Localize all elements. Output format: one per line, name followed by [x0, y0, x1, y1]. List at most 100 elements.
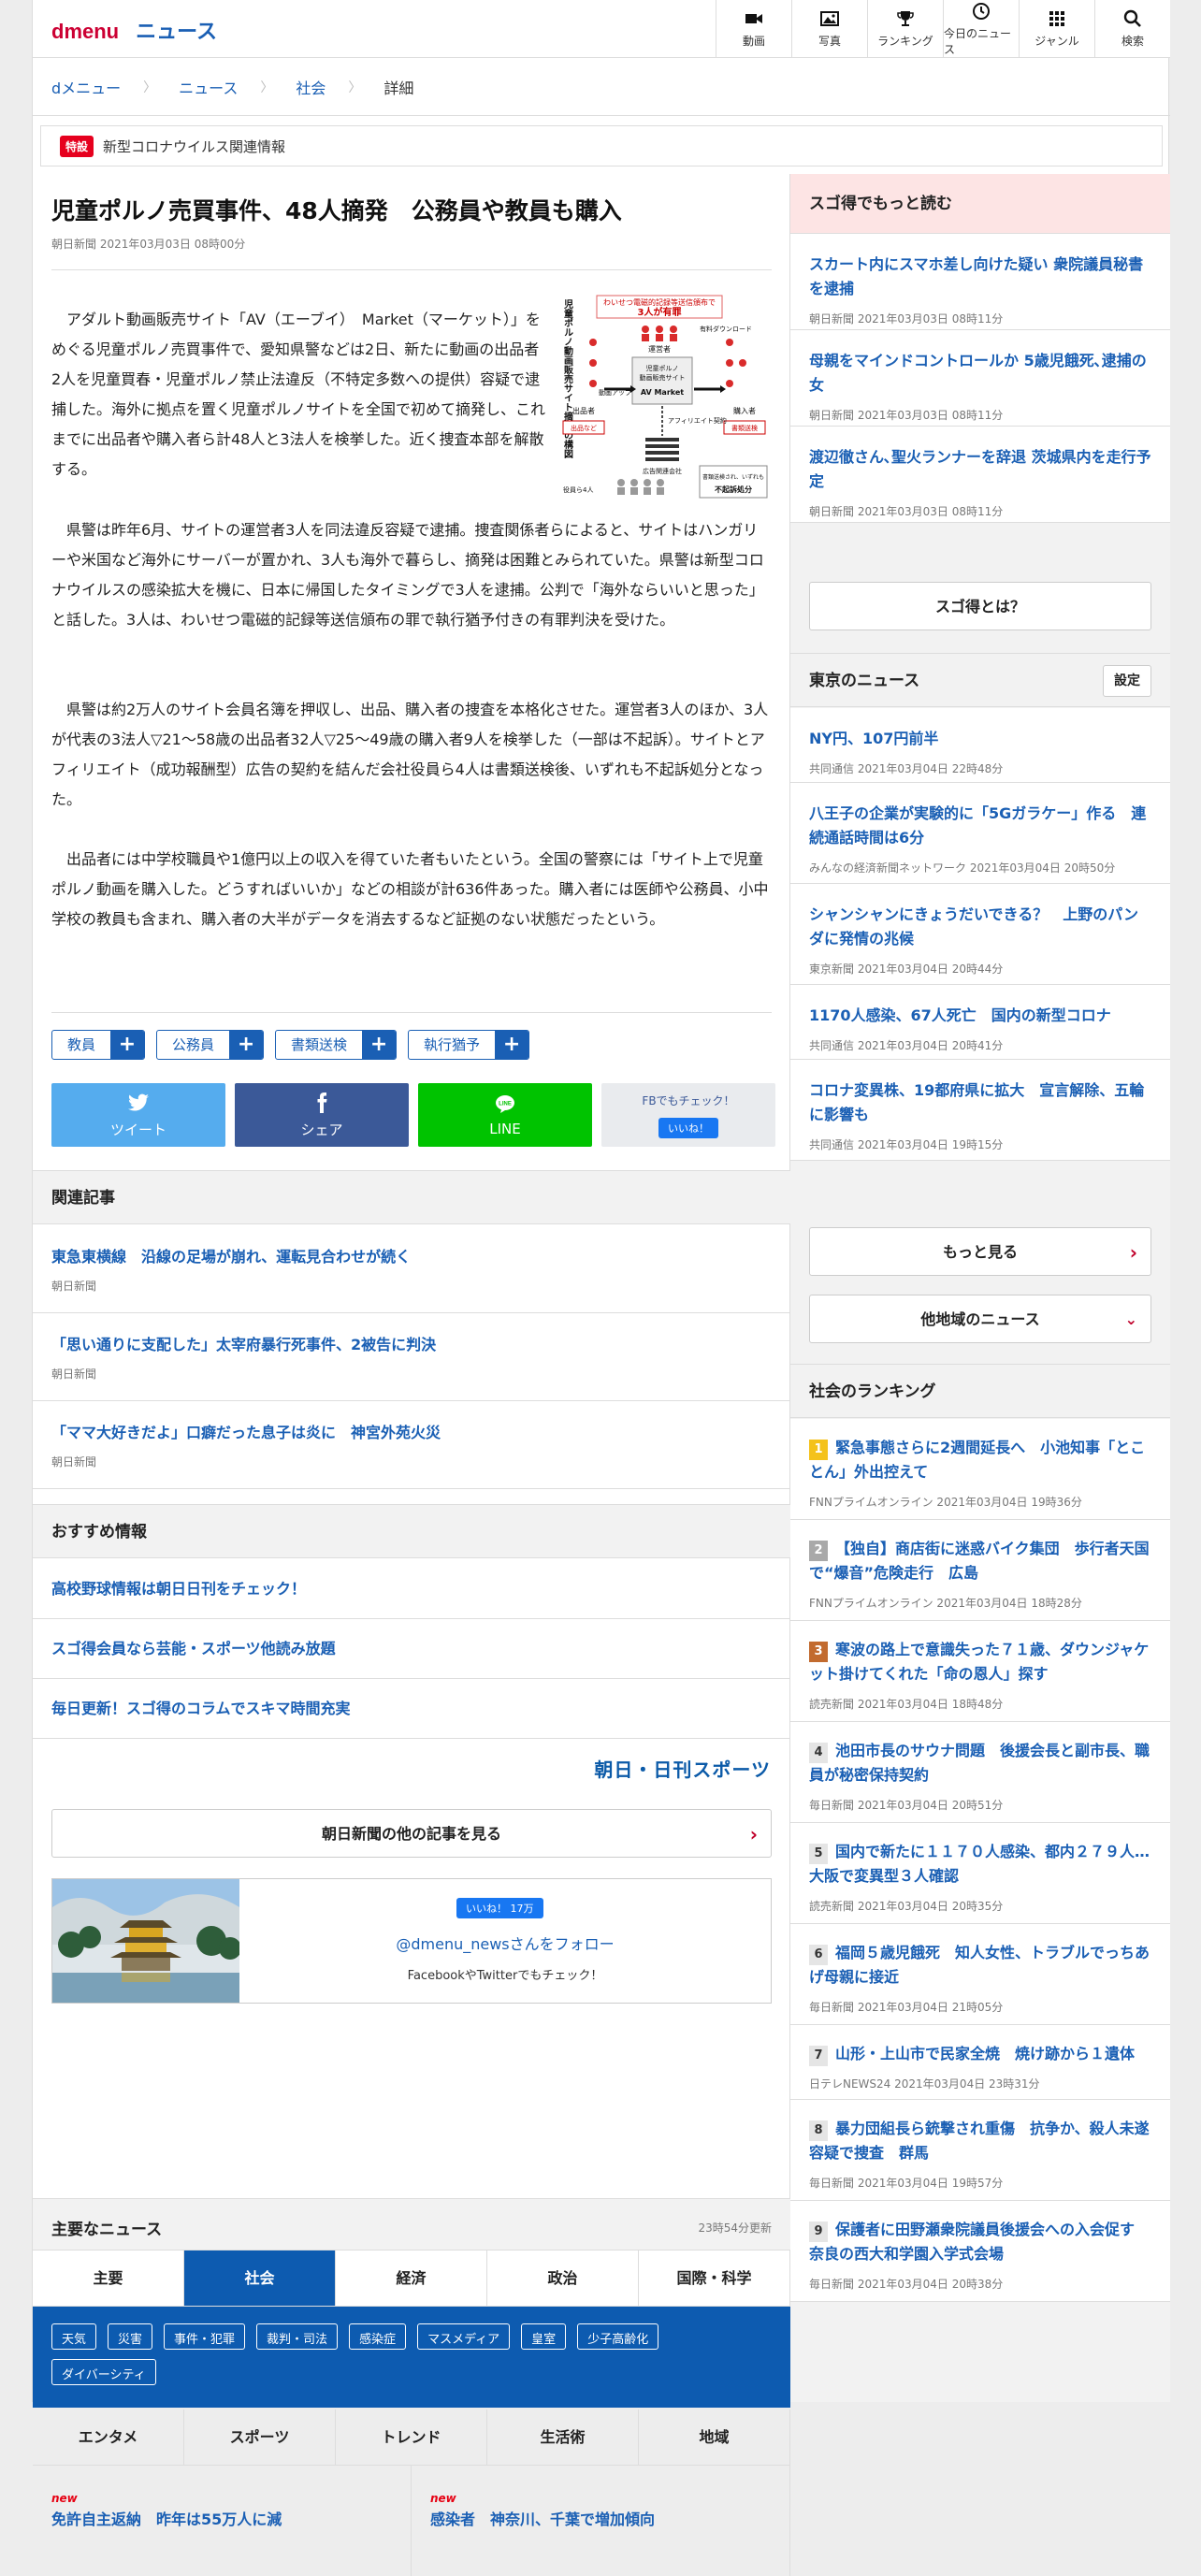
ranking-item[interactable]: 5 国内で新たに１１７０人感染、都内２７９人…大阪で変異型３人確認 読売新聞 202… [790, 1823, 1170, 1924]
more-from-publisher-button[interactable]: 朝日新聞の他の記事を見る › [51, 1809, 772, 1858]
tag-papers-sent[interactable]: 書類送検 + [275, 1030, 398, 1060]
subtag-weather[interactable]: 天気 [51, 2323, 97, 2350]
divider [51, 269, 772, 270]
tokyo-news-item[interactable]: 1170人感染、67人死亡 国内の新型コロナ 共同通信 2021年03月04日 2… [790, 985, 1170, 1060]
like-button[interactable]: いいね！ [658, 1117, 718, 1138]
nav-today[interactable]: 今日のニュース [943, 0, 1019, 58]
article-paragraph: アダルト動画販売サイト「AV（エーブイ） Market（マーケット）」をめぐる児… [51, 311, 546, 478]
ranking-item[interactable]: 9 保護者に田野瀬衆院議員後援会への入会促す 奈良の西大和学園入学式会場 毎日新聞 … [790, 2201, 1170, 2302]
facebook-share-button[interactable]: シェア [235, 1083, 409, 1147]
more-button[interactable]: もっと見る › [809, 1227, 1151, 1276]
sugotoku-item-meta: 朝日新聞 2021年03月03日 08時11分 [809, 409, 1004, 422]
subtag-infection[interactable]: 感染症 [349, 2323, 407, 2350]
recommend-item[interactable]: 高校野球情報は朝日日刊をチェック！ [33, 1559, 790, 1619]
tokyo-news-meta: 東京新聞 2021年03月04日 20時44分 [809, 962, 1004, 976]
global-nav: 動画 写真 ランキング 今日のニュース ジャンル 検索 [716, 0, 1170, 58]
tag-teacher[interactable]: 教員 + [51, 1030, 146, 1060]
sugotoku-item[interactable]: スカート内にスマホ差し向けた疑い 衆院議員秘書を逮捕 朝日新聞 2021年03月0… [790, 234, 1170, 330]
tab-main[interactable]: 主要 [33, 2250, 184, 2307]
tokyo-news-item[interactable]: 八王子の企業が実験的に「5Gガラケー」作る 連続通話時間は6分 みんなの経済新聞ネ… [790, 783, 1170, 884]
tab-economy[interactable]: 経済 [336, 2250, 487, 2307]
subtag-media[interactable]: マスメディア [417, 2323, 511, 2350]
nav-today-label: 今日のニュース [944, 26, 1012, 56]
publisher-logo[interactable]: 朝日・日刊スポーツ [594, 1755, 771, 1782]
genre-tabs-row1: 主要 社会 経済 政治 国際・科学 [33, 2250, 790, 2307]
tab-society[interactable]: 社会 [184, 2250, 336, 2307]
divider [51, 1012, 772, 1013]
figure-affiliate: アフィリエイト契約 [668, 416, 727, 425]
subtag-diversity[interactable]: ダイバーシティ [51, 2359, 156, 2385]
other-region-button[interactable]: 他地域のニュース ⌄ [809, 1295, 1151, 1343]
tokyo-news-meta: 共同通信 2021年03月04日 20時41分 [809, 1039, 1004, 1052]
sugotoku-item[interactable]: 渡辺徹さん､聖火ランナーを辞退 茨城県内を走行予定 朝日新聞 2021年03月03… [790, 427, 1170, 523]
subtag-crime[interactable]: 事件・犯罪 [164, 2323, 246, 2350]
ranking-item[interactable]: 8 暴力団組長ら銃撃され重傷 抗争か、殺人未遂容疑で捜査 群馬 毎日新聞 2021年… [790, 2100, 1170, 2201]
plus-icon[interactable]: + [362, 1031, 397, 1059]
tag-probation[interactable]: 執行猶予 + [408, 1030, 530, 1060]
figure-seller: 出品者 [572, 406, 595, 415]
recommend-item[interactable]: スゴ得会員なら芸能・スポーツ他読み放題 [33, 1619, 790, 1679]
tokyo-news-item[interactable]: NY円、107円前半 共同通信 2021年03月04日 22時48分 [790, 708, 1170, 783]
ranking-item[interactable]: 7 山形・上山市で民家全焼 焼け跡から１遺体 日テレNEWS24 2021年03月0… [790, 2025, 1170, 2100]
ranking-item[interactable]: 4 池田市長のサウナ問題 後援会長と副市長、職員が秘密保持契約 毎日新聞 2021年… [790, 1722, 1170, 1823]
plus-icon[interactable]: + [495, 1031, 529, 1059]
ranking-item[interactable]: 1 緊急事態さらに2週間延長へ 小池知事「とことん」外出控えて FNNプライムオンラ… [790, 1419, 1170, 1520]
tab-sports[interactable]: スポーツ [184, 2410, 336, 2466]
article-meta: 朝日新聞 2021年03月03日 08時00分 [51, 238, 246, 251]
nav-genre[interactable]: ジャンル [1019, 0, 1094, 58]
tab-lifestyle[interactable]: 生活術 [487, 2410, 639, 2466]
line-share-button[interactable]: LINE LINE [418, 1083, 592, 1147]
ranking-title: 暴力団組長ら銃撃され重傷 抗争か、殺人未遂容疑で捜査 群馬 [809, 2120, 1150, 2162]
tokyo-news-item[interactable]: シャンシャンにきょうだいできる？ 上野のパンダに発情の兆候 東京新聞 2021年0… [790, 884, 1170, 985]
special-feature-banner[interactable]: 特設 新型コロナウイルス関連情報 [40, 125, 1163, 166]
tweet-button[interactable]: ツイート [51, 1083, 225, 1147]
subtag-court[interactable]: 裁判・司法 [256, 2323, 339, 2350]
tokyo-news-item[interactable]: コロナ変異株、19都府県に拡大 宣言解除、五輪に影響も 共同通信 2021年03月… [790, 1060, 1170, 1161]
recommend-item[interactable]: 毎日更新！スゴ得のコラムでスキマ時間充実 [33, 1679, 790, 1739]
ranking-item[interactable]: 2 【独自】商店街に迷惑バイク集団 歩行者天国で“爆音”危険走行 広島 FNNプライ… [790, 1520, 1170, 1621]
rank-badge: 6 [809, 1945, 828, 1965]
tab-trend[interactable]: トレンド [336, 2410, 487, 2466]
related-article[interactable]: 東急東横線 沿線の足場が崩れ、運転見合わせが続く 朝日新聞 [33, 1225, 790, 1313]
trophy-icon [897, 11, 914, 26]
facebook-like-button[interactable]: いいね！ 17万 [456, 1898, 543, 1918]
subtag-imperial[interactable]: 皇室 [521, 2323, 567, 2350]
sugotoku-about-button[interactable]: スゴ得とは？ [809, 582, 1151, 630]
major-news-item[interactable]: new 感染者 神奈川、千葉で増加傾向 [412, 2466, 790, 2576]
ranking-meta: FNNプライムオンライン 2021年03月04日 18時28分 [809, 1597, 1082, 1610]
tab-region[interactable]: 地域 [639, 2410, 790, 2466]
settings-button[interactable]: 設定 [1103, 665, 1151, 697]
photo-icon [820, 11, 839, 26]
follow-account-link[interactable]: @dmenu_newsさんをフォロー [239, 1932, 771, 1954]
subtag-aging[interactable]: 少子高齢化 [577, 2323, 659, 2350]
plus-icon[interactable]: + [229, 1031, 264, 1059]
sugotoku-item-title: 母親をマインドコントロールか 5歳児餓死､逮捕の女 [809, 352, 1147, 394]
ranking-meta: FNNプライムオンライン 2021年03月04日 19時36分 [809, 1496, 1082, 1509]
related-article[interactable]: 「ママ大好きだよ」口癖だった息子は炎に 神宮外苑火災 朝日新聞 [33, 1401, 790, 1489]
tab-international[interactable]: 国際・科学 [639, 2250, 790, 2307]
breadcrumb-society[interactable]: 社会 [296, 76, 326, 98]
ranking-title: 保護者に田野瀬衆院議員後援会への入会促す 奈良の西大和学園入学式会場 [809, 2221, 1150, 2263]
tab-entertainment[interactable]: エンタメ [33, 2410, 184, 2466]
facebook-check-box: FBでもチェック！ いいね！ [601, 1083, 775, 1147]
figure-headline-2: 3人が有罪 [638, 306, 682, 318]
subtag-disaster[interactable]: 災害 [108, 2323, 153, 2350]
ranking-item[interactable]: 3 寒波の路上で意識失った７１歳、ダウンジャケット掛けてくれた「命の恩人」探す 読売… [790, 1621, 1170, 1722]
tag-civil-servant[interactable]: 公務員 + [156, 1030, 265, 1060]
tab-politics[interactable]: 政治 [487, 2250, 639, 2307]
tokyo-news-title: NY円、107円前半 [809, 730, 939, 747]
article-figure[interactable]: 児童ポルノ動画販売サイト摘発の構図 わいせつ電磁的記録等送信頒布で 3人が有罪 … [559, 294, 772, 501]
nav-ranking[interactable]: ランキング [867, 0, 943, 58]
plus-icon[interactable]: + [110, 1031, 145, 1059]
major-news-item[interactable]: new 免許自主返納 昨年は55万人に減 [33, 2466, 412, 2576]
sugotoku-item[interactable]: 母親をマインドコントロールか 5歳児餓死､逮捕の女朝日新聞 2021年03月03… [790, 330, 1170, 427]
nav-video[interactable]: 動画 [716, 0, 791, 58]
nav-photo[interactable]: 写真 [791, 0, 867, 58]
breadcrumb-news[interactable]: ニュース [179, 76, 238, 98]
nav-search[interactable]: 検索 [1094, 0, 1170, 58]
related-article[interactable]: 「思い通りに支配した」太宰府暴行死事件、2被告に判決 朝日新聞 [33, 1313, 790, 1401]
breadcrumb-dmenu[interactable]: dメニュー [51, 76, 121, 98]
ranking-title: 緊急事態さらに2週間延長へ 小池知事「とことん」外出控えて [809, 1439, 1146, 1481]
ranking-item[interactable]: 6 福岡５歳児餓死 知人女性、トラブルでっちあげ母親に接近 毎日新聞 2021年03… [790, 1924, 1170, 2025]
site-logo[interactable]: dmenu ニュース [51, 15, 217, 45]
